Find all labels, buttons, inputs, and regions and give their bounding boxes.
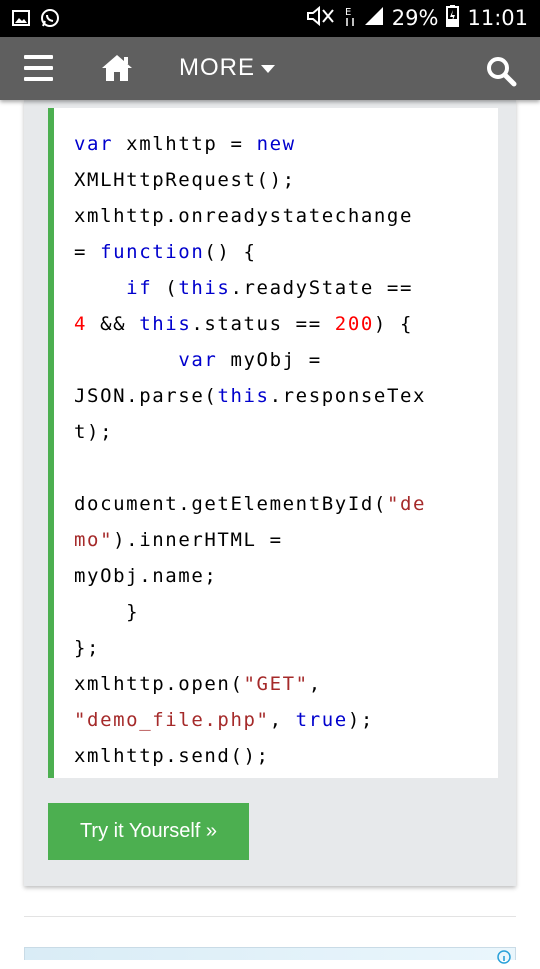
code-token: ) { [373, 313, 414, 335]
code-line: "demo_file.php", true); [74, 709, 374, 731]
menu-icon[interactable] [24, 55, 53, 81]
code-line: JSON.parse(this.responseTex [74, 385, 426, 407]
code-token: 4 [74, 313, 88, 335]
code-token: "de [386, 493, 427, 515]
code-token: "demo_file.php" [74, 709, 270, 731]
code-line: myObj.name; [74, 565, 217, 587]
code-line: mo").innerHTML = [74, 529, 283, 551]
code-token: .readyState == [230, 277, 414, 299]
code-token: xmlhttp.onreadystatechange [74, 205, 414, 227]
code-token: t); [74, 421, 114, 443]
clock: 11:01 [467, 6, 528, 30]
code-token: XMLHttpRequest(); [74, 169, 296, 191]
battery-percent: 29% [391, 6, 439, 30]
code-token: myObj = [217, 349, 322, 371]
home-icon[interactable] [100, 53, 134, 83]
status-right-icons: E 29% 11:01 [306, 4, 528, 32]
svg-text:E: E [345, 7, 351, 18]
code-token: myObj.name; [74, 565, 218, 587]
gallery-icon [12, 10, 30, 31]
code-token: function [100, 241, 205, 263]
code-token: xmlhttp.send(); [74, 745, 270, 767]
example-card: var xmlhttp = new XMLHttpRequest(); xmlh… [24, 100, 516, 886]
search-icon[interactable] [485, 55, 517, 87]
code-token: .status == [191, 313, 335, 335]
battery-icon [446, 5, 460, 31]
code-token: }; [74, 637, 101, 659]
code-token: xmlhttp = [113, 133, 257, 155]
code-line: xmlhttp.send(); [74, 745, 270, 767]
signal-icon [364, 6, 384, 30]
more-label: MORE [179, 54, 255, 81]
code-token: document.getElementById( [74, 493, 387, 515]
code-token: xmlhttp.open( [74, 673, 244, 695]
code-token: JSON.parse( [74, 385, 218, 407]
code-token: true [295, 709, 348, 731]
ad-info-icon[interactable] [497, 950, 511, 964]
top-navbar: MORE [0, 37, 540, 100]
code-token: , [269, 709, 296, 731]
try-it-yourself-button[interactable]: Try it Yourself » [48, 803, 249, 860]
code-token: var [74, 133, 114, 155]
status-left-icons [12, 8, 60, 33]
code-example: var xmlhttp = new XMLHttpRequest(); xmlh… [48, 108, 498, 778]
code-token: } [74, 601, 140, 623]
code-token: () { [204, 241, 257, 263]
code-token: && [87, 313, 140, 335]
code-line: t); [74, 421, 113, 443]
whatsapp-icon [40, 8, 60, 33]
mute-icon [306, 5, 336, 31]
code-line: var xmlhttp = new [74, 133, 296, 155]
code-token: if [126, 277, 153, 299]
code-token: ).innerHTML = [113, 529, 283, 551]
status-bar: E 29% 11:01 [0, 0, 540, 37]
code-token: , [308, 673, 322, 695]
code-line: XMLHttpRequest(); [74, 169, 296, 191]
code-token: this [139, 313, 192, 335]
code-line: if (this.readyState == [74, 277, 413, 299]
code-token: this [178, 277, 231, 299]
code-token: new [256, 133, 296, 155]
code-token: this [217, 385, 270, 407]
code-token: ( [152, 277, 179, 299]
code-token: var [178, 349, 218, 371]
caret-down-icon [261, 65, 275, 73]
more-menu-button[interactable]: MORE [179, 54, 275, 82]
ad-banner[interactable] [24, 947, 516, 964]
code-token: "GET" [243, 673, 309, 695]
code-line: } [74, 601, 139, 623]
code-line: }; [74, 637, 100, 659]
code-line: = function() { [74, 241, 257, 263]
code-line: document.getElementById("de [74, 493, 426, 515]
code-line: 4 && this.status == 200) { [74, 313, 413, 335]
code-token: .responseTex [269, 385, 427, 407]
data-e-icon: E [344, 4, 356, 32]
divider [24, 916, 516, 917]
code-token: 200 [334, 313, 374, 335]
code-block: var xmlhttp = new XMLHttpRequest(); xmlh… [74, 126, 426, 774]
code-line: var myObj = [74, 349, 322, 371]
code-line: xmlhttp.open("GET", [74, 673, 322, 695]
code-token: mo" [74, 529, 114, 551]
code-token: ); [347, 709, 374, 731]
code-token: = [74, 241, 101, 263]
code-line: xmlhttp.onreadystatechange [74, 205, 413, 227]
